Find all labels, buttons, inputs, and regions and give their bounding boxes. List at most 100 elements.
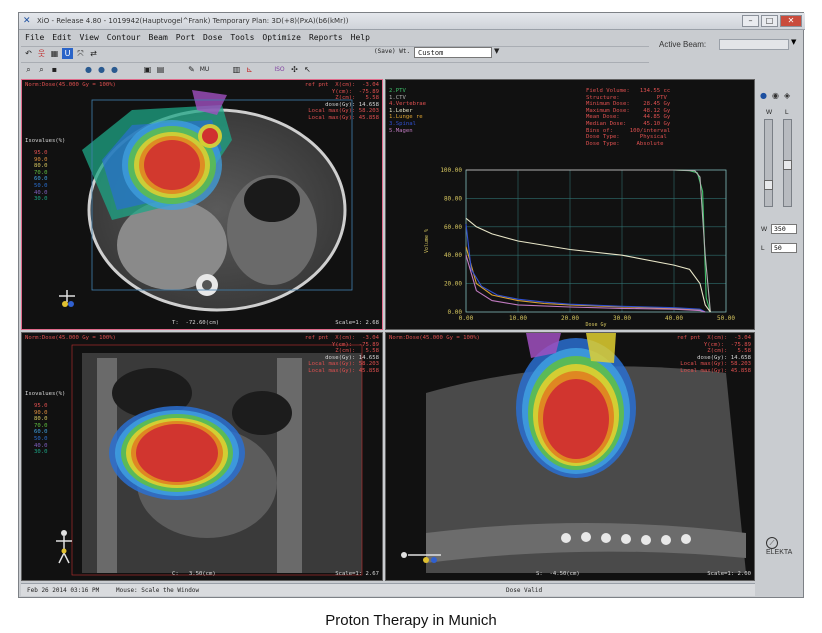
- level-slider-thumb[interactable]: [783, 160, 792, 170]
- minimize-button[interactable]: –: [742, 15, 759, 27]
- maximize-button[interactable]: □: [761, 15, 778, 27]
- window-controls: – □ ✕: [742, 15, 802, 27]
- dvh-series-line: [465, 223, 706, 313]
- chevron-down-icon[interactable]: ▼: [791, 38, 796, 46]
- app-logo-icon: ✕: [23, 16, 31, 26]
- dvh-x-tick-label: 50.00: [717, 315, 735, 322]
- window-title: XiO - Release 4.80 - 1019942(Hauptvogel^…: [37, 17, 349, 25]
- dvh-y-tick-label: 80.00: [444, 195, 462, 202]
- patient-orientation-icon: [59, 290, 75, 307]
- level-value-label: L: [761, 245, 765, 252]
- pointer-icon[interactable]: ↖: [302, 64, 313, 75]
- axial-view[interactable]: Norm:Dose(45.000 Gy = 100%) ref pnt X(cm…: [21, 79, 383, 330]
- tool1-icon[interactable]: ✎: [186, 64, 197, 75]
- menu-edit[interactable]: Edit: [48, 31, 75, 45]
- coronal-view[interactable]: Norm:Dose(45.000 Gy = 100%) ref pnt X(cm…: [21, 332, 383, 581]
- save-icon[interactable]: ▪: [49, 64, 60, 75]
- person-icon[interactable]: 웃: [36, 48, 47, 59]
- axial-norm-label: Norm:Dose(45.000 Gy = 100%): [25, 82, 116, 88]
- table-icon[interactable]: ▥: [231, 64, 242, 75]
- dvh-x-tick-label: 0.00: [459, 315, 474, 322]
- dvh-plot-frame: [465, 169, 727, 313]
- menu-tools[interactable]: Tools: [226, 31, 258, 45]
- dvh-y-tick-label: 20.00: [444, 281, 462, 288]
- dvh-x-axis-title: Dose Gy: [585, 322, 606, 328]
- mu-icon[interactable]: MU: [199, 64, 210, 75]
- sagittal-view[interactable]: Norm:Dose(45.000 Gy = 100%) ref pnt X(cm…: [385, 332, 755, 581]
- globe2-icon[interactable]: ●: [96, 64, 107, 75]
- sagittal-scale: Scale=1: 2.00: [707, 571, 751, 578]
- menu-reports[interactable]: Reports: [305, 31, 347, 45]
- tool-b-icon[interactable]: ◉: [772, 91, 779, 100]
- zoom-out-icon[interactable]: ⌕: [36, 64, 47, 75]
- xio-window: ✕ XiO - Release 4.80 - 1019942(Hauptvoge…: [18, 12, 805, 598]
- iso-icon[interactable]: ISO: [274, 64, 285, 75]
- coronal-norm-label: Norm:Dose(45.000 Gy = 100%): [25, 335, 116, 341]
- dvh-view[interactable]: 2.PTV 1.CTV 4.Vertebrae 1.Leber 1.Lunge re 3.…: [385, 79, 755, 330]
- chevron-down-icon[interactable]: ▼: [494, 47, 499, 55]
- dvh-y-tick-label: 100.00: [440, 167, 462, 174]
- window-label: W: [766, 109, 773, 116]
- dvh-chart: 0.0020.0040.0060.0080.00100.000.00 10.00 2…: [424, 167, 735, 328]
- axial-isovalues: 95.0 90.0 80.0 70.0 60.0 50.0 40.0 30.0: [34, 150, 48, 203]
- chart-icon[interactable]: ⊾: [244, 64, 255, 75]
- menu-bar: File Edit View Contour Beam Port Dose To…: [21, 31, 649, 45]
- coronal-isovalues-label: Isovalues(%): [25, 391, 66, 397]
- menu-port[interactable]: Port: [172, 31, 199, 45]
- active-beam-select[interactable]: [719, 39, 789, 50]
- dvh-y-tick-label: 40.00: [444, 252, 462, 259]
- axial-slice-position: T: -72.60(cm): [172, 320, 220, 327]
- map2-icon[interactable]: ▤: [155, 64, 166, 75]
- coronal-scale: Scale=1: 2.67: [335, 571, 379, 578]
- menu-contour[interactable]: Contour: [103, 31, 145, 45]
- active-beam-label: Active Beam:: [659, 40, 707, 49]
- tool-c-icon[interactable]: ◈: [784, 91, 790, 100]
- highlight-icon[interactable]: U: [62, 48, 73, 59]
- menu-help[interactable]: Help: [347, 31, 374, 45]
- sagittal-slice-position: S: -4.50(cm): [536, 571, 580, 578]
- settings-icon[interactable]: ✣: [289, 64, 300, 75]
- patient-orientation-icon: [56, 530, 72, 564]
- menu-optimize[interactable]: Optimize: [258, 31, 305, 45]
- close-button[interactable]: ✕: [780, 15, 802, 27]
- save-weight-label: (Save) Wt.: [374, 48, 411, 55]
- dvh-x-tick-label: 10.00: [509, 315, 527, 322]
- map1-icon[interactable]: ▣: [142, 64, 153, 75]
- dvh-x-tick-label: 20.00: [561, 315, 579, 322]
- toolbar-primary: ↶ 웃 ▦ U ⤧ ⇄: [21, 46, 649, 60]
- menu-view[interactable]: View: [76, 31, 103, 45]
- window-slider-thumb[interactable]: [764, 180, 773, 190]
- status-dose-state: Dose Valid: [506, 587, 543, 594]
- undo-icon[interactable]: ↶: [23, 48, 34, 59]
- axial-ref-point: ref pnt X(cm): -3.04 Y(cm): -75.89 Z(cm): …: [304, 82, 379, 121]
- dose-option-select[interactable]: Custom: [414, 47, 492, 58]
- zoom-in-icon[interactable]: ⌕: [23, 64, 34, 75]
- menu-dose[interactable]: Dose: [199, 31, 226, 45]
- link-icon[interactable]: ⤧: [75, 48, 86, 59]
- window-slider[interactable]: [764, 119, 773, 207]
- axial-scale: Scale=1: 2.68: [335, 320, 379, 327]
- compare-icon[interactable]: ⇄: [88, 48, 99, 59]
- dvh-y-axis-title: Volume %: [424, 229, 430, 253]
- coronal-ref-point: ref pnt X(cm): -3.04 Y(cm): -75.89 Z(cm): …: [304, 335, 379, 374]
- grid-icon[interactable]: ▦: [49, 48, 60, 59]
- menu-beam[interactable]: Beam: [145, 31, 172, 45]
- dvh-x-tick-label: 40.00: [665, 315, 683, 322]
- coronal-isovalues: 95.0 90.0 80.0 70.0 60.0 50.0 40.0 30.0: [34, 403, 48, 456]
- title-bar: ✕ XiO - Release 4.80 - 1019942(Hauptvoge…: [19, 13, 805, 30]
- coronal-slice-position: C: 3.50(cm): [172, 571, 216, 578]
- level-slider[interactable]: [783, 119, 792, 207]
- sagittal-ref-point: ref pnt X(cm): -3.04 Y(cm): -75.89 Z(cm): …: [676, 335, 751, 374]
- menu-file[interactable]: File: [21, 31, 48, 45]
- globe3-icon[interactable]: ●: [109, 64, 120, 75]
- window-value-input[interactable]: 350: [771, 224, 797, 234]
- window-value-label: W: [761, 226, 768, 233]
- level-value-input[interactable]: 50: [771, 243, 797, 253]
- toolbar-secondary: ⌕ ⌕ ▪ ● ● ● ▣ ▤ ✎ MU ▥ ⊾ ISO ✣ ↖: [21, 62, 649, 76]
- tool-a-icon[interactable]: ●: [760, 91, 767, 100]
- dvh-y-tick-label: 60.00: [444, 224, 462, 231]
- status-datetime: Feb 26 2014 03:16 PM: [27, 587, 100, 594]
- status-bar: Feb 26 2014 03:16 PM Mouse: Scale the Wi…: [21, 583, 755, 596]
- figure-caption: Proton Therapy in Munich: [325, 612, 497, 629]
- globe1-icon[interactable]: ●: [83, 64, 94, 75]
